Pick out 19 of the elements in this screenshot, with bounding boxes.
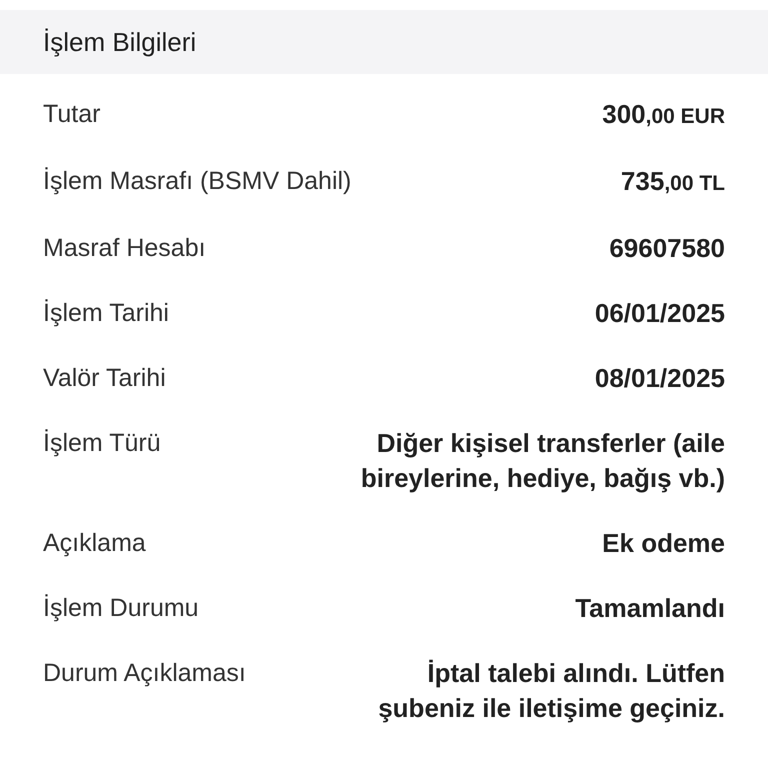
- field-label: Açıklama: [43, 528, 146, 559]
- field-value: Ek odeme: [602, 527, 725, 560]
- amount-value: 300,00 EUR: [602, 98, 725, 131]
- field-label: İşlem Masrafı (BSMV Dahil): [43, 166, 352, 197]
- field-value: 08/01/2025: [594, 362, 725, 395]
- section-title: İşlem Bilgileri: [43, 26, 196, 58]
- field-label: İşlem Durumu: [43, 593, 199, 624]
- field-value: Diğer kişisel transferler (aile bireylerine, hediye, bağış vb.): [360, 427, 725, 495]
- field-value: İptal talebi alındı. Lütfen şubeniz ile iletişime geçiniz.: [377, 657, 725, 725]
- field-label: Masraf Hesabı: [43, 233, 206, 264]
- field-value: Tamamlandı: [575, 592, 725, 625]
- field-label: Durum Açıklaması: [43, 658, 246, 689]
- field-value: 69607580: [609, 232, 725, 265]
- field-value: 06/01/2025: [594, 297, 725, 330]
- field-label: İşlem Tarihi: [43, 298, 169, 329]
- field-label: Tutar: [43, 99, 100, 130]
- field-label: Valör Tarihi: [43, 363, 166, 394]
- amount-value: 735,00 TL: [620, 165, 725, 198]
- field-label: İşlem Türü: [43, 428, 161, 459]
